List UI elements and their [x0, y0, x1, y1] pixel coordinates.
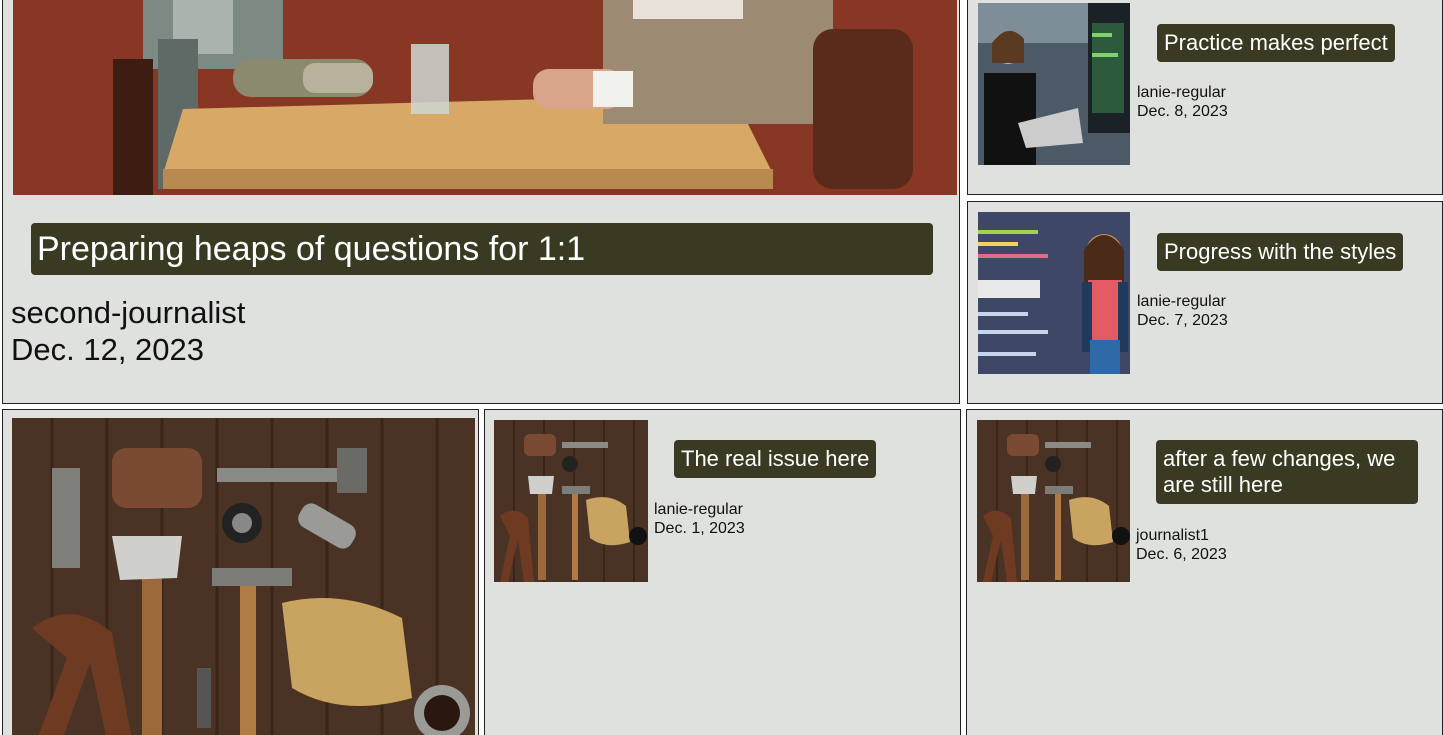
post-title[interactable]: Practice makes perfect	[1157, 24, 1395, 62]
post-meta: lanie-regular Dec. 1, 2023	[654, 500, 745, 538]
post-meta: journalist1 Dec. 6, 2023	[1136, 526, 1227, 564]
post-author: lanie-regular	[1137, 84, 1226, 101]
tools-image[interactable]	[977, 420, 1130, 582]
post-card[interactable]: Practice makes perfect lanie-regular Dec…	[967, 0, 1443, 195]
post-card-large[interactable]	[2, 409, 479, 735]
featured-post-card[interactable]: Preparing heaps of questions for 1:1 sec…	[2, 0, 960, 404]
post-date: Dec. 8, 2023	[1137, 103, 1228, 120]
post-title[interactable]: after a few changes, we are still here	[1156, 440, 1418, 504]
post-title[interactable]: The real issue here	[674, 440, 877, 478]
post-author: lanie-regular	[1137, 293, 1226, 310]
post-date: Dec. 12, 2023	[11, 332, 205, 367]
post-author: journalist1	[1136, 527, 1209, 544]
post-date: Dec. 1, 2023	[654, 520, 745, 537]
post-meta: second-journalist Dec. 12, 2023	[11, 294, 245, 368]
post-meta: lanie-regular Dec. 8, 2023	[1137, 83, 1228, 121]
post-title[interactable]: Progress with the styles	[1157, 233, 1404, 271]
post-title[interactable]: Preparing heaps of questions for 1:1	[31, 223, 933, 275]
tools-image[interactable]	[12, 418, 475, 735]
post-author: second-journalist	[11, 295, 246, 330]
post-card[interactable]: The real issue here lanie-regular Dec. 1…	[484, 409, 961, 735]
post-date: Dec. 7, 2023	[1137, 312, 1228, 329]
post-card[interactable]: Progress with the styles lanie-regular D…	[967, 201, 1443, 404]
post-date: Dec. 6, 2023	[1136, 546, 1227, 563]
post-author: lanie-regular	[654, 501, 743, 518]
developer-monitors-image[interactable]	[978, 3, 1130, 165]
tools-image[interactable]	[494, 420, 648, 582]
post-card[interactable]: after a few changes, we are still here j…	[966, 409, 1443, 735]
post-meta: lanie-regular Dec. 7, 2023	[1137, 292, 1228, 330]
code-woman-image[interactable]	[978, 212, 1130, 374]
robot-interview-image[interactable]	[13, 0, 957, 195]
